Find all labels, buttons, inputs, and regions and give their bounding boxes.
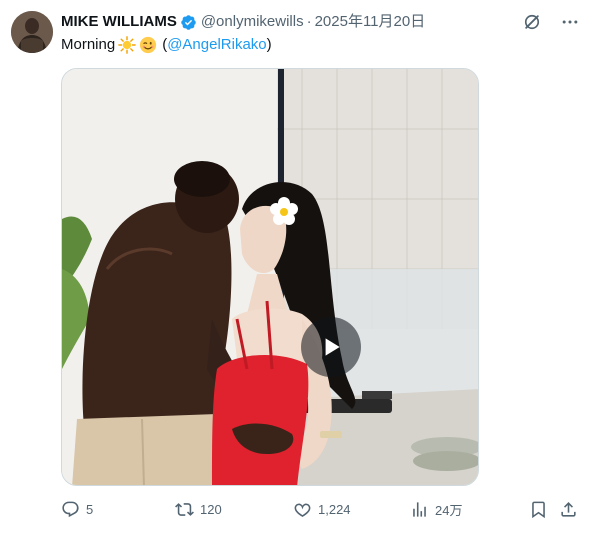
repost-count: 120: [200, 501, 222, 517]
tweet-header: MIKE WILLIAMS @onlymikewills · 2025年11月2…: [61, 12, 425, 32]
reply-count: 5: [86, 501, 94, 517]
share-icon: [559, 500, 578, 519]
author-handle[interactable]: @onlymikewills: [201, 12, 304, 32]
share-button[interactable]: [559, 498, 578, 520]
avatar[interactable]: [11, 11, 53, 53]
mention-link[interactable]: @AngelRikako: [167, 34, 266, 56]
author-name[interactable]: MIKE WILLIAMS: [61, 12, 177, 32]
grok-icon[interactable]: [522, 12, 542, 32]
verified-badge-icon: [180, 14, 197, 31]
top-right-icons: [522, 12, 580, 32]
tweet-date[interactable]: 2025年11月20日: [315, 12, 426, 32]
views-button[interactable]: 24万: [410, 498, 462, 520]
bookmark-icon: [529, 500, 548, 519]
tweet: MIKE WILLIAMS @onlymikewills · 2025年11月2…: [0, 0, 596, 533]
play-icon: [318, 334, 344, 360]
reply-button[interactable]: 5: [61, 498, 93, 520]
repost-icon: [175, 500, 194, 519]
tweet-video[interactable]: [61, 68, 479, 486]
play-button[interactable]: [301, 317, 361, 377]
like-button[interactable]: 1,224: [293, 498, 351, 520]
repost-button[interactable]: 120: [175, 498, 222, 520]
views-icon: [410, 500, 429, 519]
more-icon[interactable]: [560, 12, 580, 32]
winking-face-emoji: [139, 36, 157, 54]
like-count: 1,224: [318, 501, 351, 517]
paren-close: ): [266, 36, 272, 53]
reply-icon: [61, 500, 80, 519]
tweet-text-prefix: Morning: [61, 36, 116, 53]
header-separator: ·: [306, 13, 312, 30]
bookmark-button[interactable]: [529, 498, 548, 520]
tweet-text: Morning (@AngelRikako): [61, 34, 272, 56]
like-icon: [293, 500, 312, 519]
sun-emoji: [118, 36, 137, 54]
tweet-actions: 5 120 1,224 24万: [61, 498, 581, 520]
views-count: 24万: [435, 502, 463, 518]
